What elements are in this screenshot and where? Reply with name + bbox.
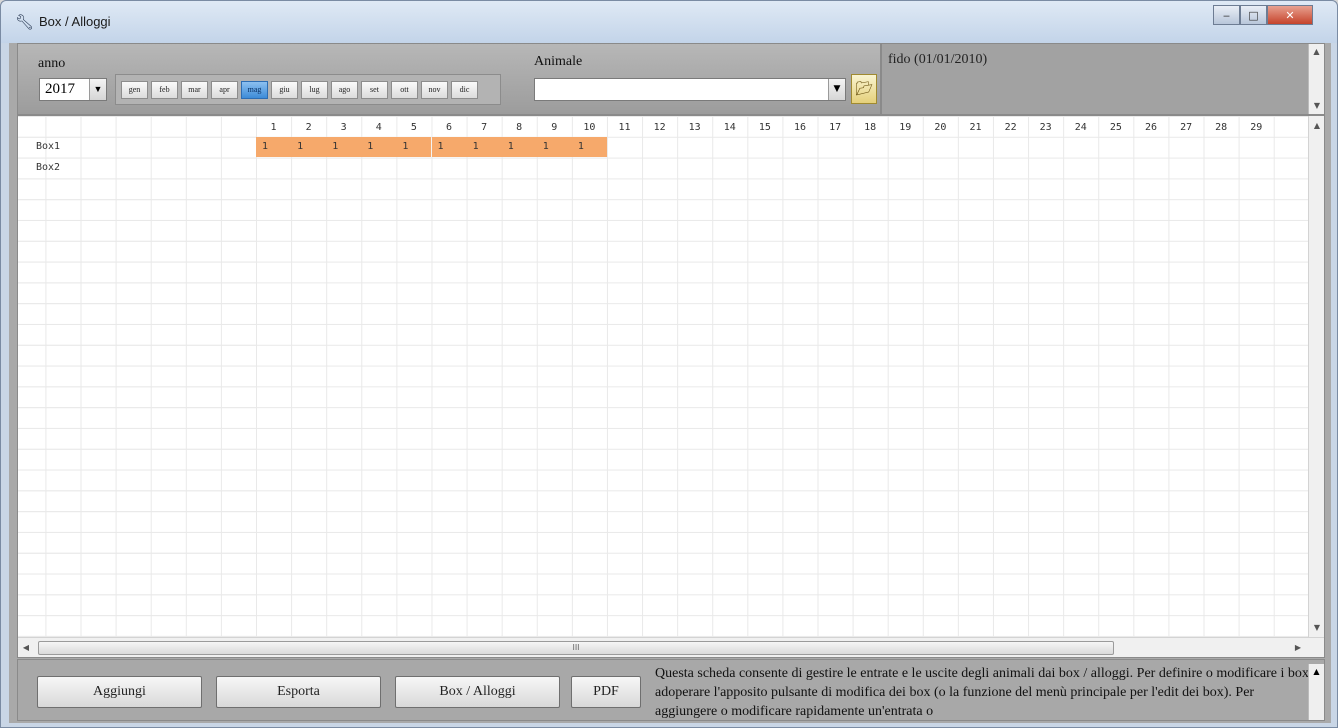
- occupied-cell[interactable]: 1: [291, 136, 327, 157]
- occupied-cell[interactable]: 1: [536, 136, 572, 157]
- day-header: 27: [1180, 122, 1193, 133]
- close-button[interactable]: ✕: [1267, 5, 1313, 25]
- open-animal-button[interactable]: 📂︎: [851, 74, 877, 104]
- scroll-right-icon[interactable]: ▶: [1290, 640, 1306, 656]
- year-select[interactable]: 2017 ▼: [39, 78, 107, 101]
- day-header: 2: [305, 122, 312, 133]
- folder-icon: 📂︎: [855, 81, 873, 97]
- month-button-nov[interactable]: nov: [421, 80, 448, 99]
- occupied-cell[interactable]: 1: [501, 136, 537, 157]
- info-panel: fido (01/01/2010) ▲ ▼: [881, 43, 1325, 115]
- occupied-cell[interactable]: 1: [361, 136, 397, 157]
- day-header: 18: [864, 122, 877, 133]
- scroll-up-icon[interactable]: ▲: [1309, 44, 1324, 60]
- day-header: 11: [618, 122, 631, 133]
- day-header: 8: [516, 122, 523, 133]
- occupied-cell[interactable]: 1: [396, 136, 432, 157]
- day-header: 26: [1144, 122, 1158, 133]
- add-button[interactable]: Aggiungi: [37, 676, 202, 708]
- grid-cells[interactable]: 1 2 3 4 5 6 7 8 9 10 11 12 13 14 15 16 17 18 19 20 21 22 23 24 2…: [18, 116, 1310, 638]
- month-button-lug[interactable]: lug: [301, 80, 328, 99]
- scroll-down-icon[interactable]: ▼: [1309, 98, 1325, 114]
- boxes-button[interactable]: Box / Alloggi: [395, 676, 560, 708]
- box-row-label[interactable]: Box2: [36, 162, 60, 173]
- day-header: 16: [793, 122, 807, 133]
- filter-panel: anno 2017 ▼ gen feb mar apr mag giu lug ago set o…: [17, 43, 881, 115]
- occupancy-grid: 1 2 3 4 5 6 7 8 9 10 11 12 13 14 15 16 17 18 19 20 21 22 23 24 2…: [17, 115, 1325, 658]
- window-title: Box / Alloggi: [39, 14, 111, 29]
- month-button-apr[interactable]: apr: [211, 80, 238, 99]
- title-bar: 🔧︎ Box / Alloggi ‒ □ ✕: [1, 1, 1337, 43]
- occupied-cell[interactable]: 1: [256, 136, 291, 157]
- day-header: 4: [375, 122, 382, 133]
- day-header: 3: [340, 122, 347, 133]
- year-value: 2017: [45, 81, 75, 97]
- minimize-button[interactable]: ‒: [1213, 5, 1240, 25]
- maximize-button[interactable]: □: [1240, 5, 1267, 25]
- day-header: 17: [829, 122, 842, 133]
- month-button-giu[interactable]: giu: [271, 80, 298, 99]
- scroll-up-icon[interactable]: ▲: [1309, 118, 1324, 134]
- help-scrollbar[interactable]: ▲: [1308, 664, 1324, 720]
- day-header: 25: [1109, 122, 1122, 133]
- month-button-dic[interactable]: dic: [451, 80, 478, 99]
- occupied-cell[interactable]: 1: [326, 136, 362, 157]
- chevron-down-icon[interactable]: ▼: [828, 79, 845, 100]
- day-header: 1: [270, 122, 277, 133]
- day-header: 7: [481, 122, 488, 133]
- day-header: 10: [583, 122, 596, 133]
- client-area: anno 2017 ▼ gen feb mar apr mag giu lug ago set o…: [9, 43, 1331, 723]
- year-label: anno: [38, 56, 66, 71]
- day-header: 21: [969, 122, 982, 133]
- export-button[interactable]: Esporta: [216, 676, 381, 708]
- day-header: 14: [723, 122, 736, 133]
- occupied-cell[interactable]: 1: [466, 136, 502, 157]
- month-button-ott[interactable]: ott: [391, 80, 418, 99]
- day-header: 12: [653, 122, 666, 133]
- day-header: 5: [410, 122, 417, 133]
- app-window: 🔧︎ Box / Alloggi ‒ □ ✕ anno 2017 ▼ gen fe…: [0, 0, 1338, 728]
- scroll-down-icon[interactable]: ▼: [1309, 620, 1324, 636]
- scroll-up-icon[interactable]: ▲: [1309, 664, 1324, 680]
- month-button-mag[interactable]: mag: [241, 80, 268, 99]
- day-header: 6: [445, 122, 453, 133]
- day-header: 13: [688, 122, 701, 133]
- day-header: 28: [1215, 122, 1228, 133]
- occupied-cell[interactable]: 1: [571, 136, 607, 157]
- month-button-feb[interactable]: feb: [151, 80, 178, 99]
- occupied-cell[interactable]: 1: [431, 136, 467, 157]
- month-button-set[interactable]: set: [361, 80, 388, 99]
- pdf-button[interactable]: PDF: [571, 676, 641, 708]
- month-button-mar[interactable]: mar: [181, 80, 208, 99]
- day-header: 9: [551, 122, 558, 133]
- window-controls: ‒ □ ✕: [1213, 5, 1313, 27]
- horizontal-scrollbar[interactable]: ◀ III ▶: [18, 637, 1324, 657]
- vertical-scrollbar[interactable]: ▲ ▼: [1308, 116, 1324, 638]
- day-header: 22: [1004, 122, 1017, 133]
- wrench-icon: 🔧︎: [15, 13, 35, 31]
- day-header: 19: [899, 122, 912, 133]
- month-button-gen[interactable]: gen: [121, 80, 148, 99]
- help-text: Questa scheda consente di gestire le ent…: [649, 664, 1315, 720]
- day-header: 20: [934, 122, 947, 133]
- month-button-ago[interactable]: ago: [331, 80, 358, 99]
- animal-info-text: fido (01/01/2010): [888, 52, 988, 67]
- box-row-label[interactable]: Box1: [36, 141, 60, 152]
- scroll-left-icon[interactable]: ◀: [18, 640, 34, 656]
- animal-select[interactable]: ▼: [534, 78, 846, 101]
- info-scrollbar[interactable]: ▲ ▼: [1308, 44, 1324, 114]
- bottom-toolbar: Aggiungi Esporta Box / Alloggi PDF Quest…: [17, 659, 1325, 721]
- animal-label: Animale: [534, 54, 583, 69]
- chevron-down-icon[interactable]: ▼: [89, 79, 106, 100]
- day-header: 29: [1250, 122, 1263, 133]
- scroll-thumb[interactable]: III: [38, 641, 1114, 655]
- day-header: 24: [1074, 122, 1087, 133]
- day-header: 23: [1039, 122, 1052, 133]
- day-header: 15: [758, 122, 771, 133]
- month-buttons: gen feb mar apr mag giu lug ago set ott nov dic: [115, 74, 501, 105]
